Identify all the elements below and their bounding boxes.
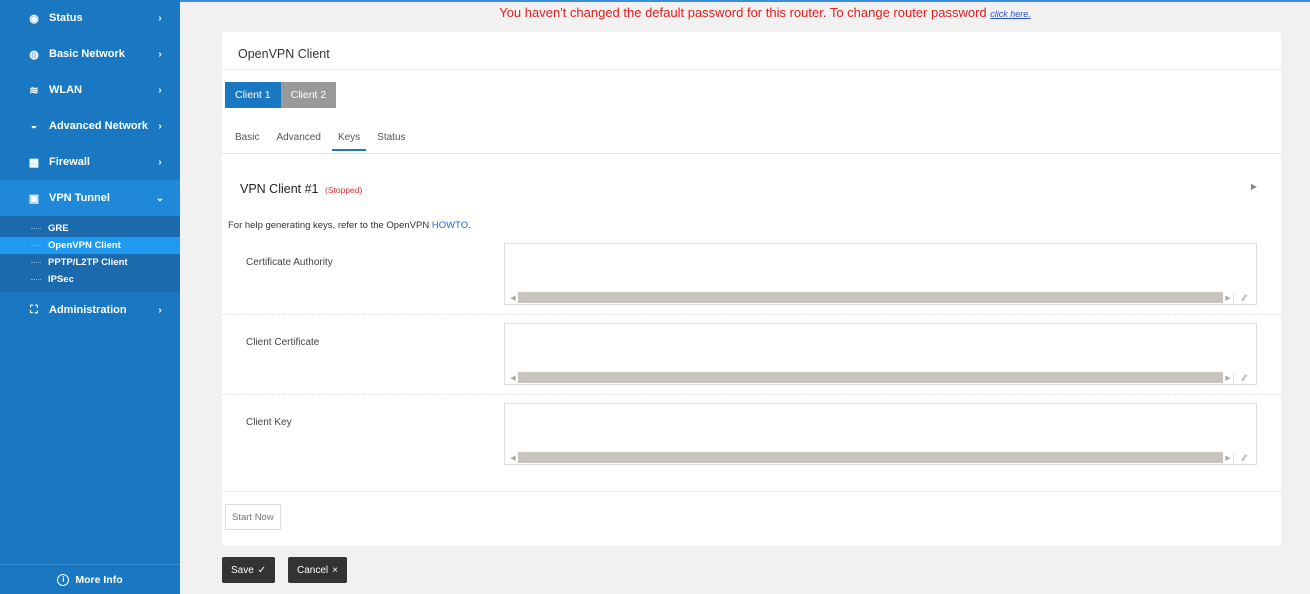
- nav-basic-network-label: Basic Network: [49, 48, 125, 60]
- field-label: Certificate Authority: [246, 257, 333, 268]
- field-certificate-authority: Certificate Authority ◀ ▶ ⁄⁄: [222, 243, 1281, 323]
- field-client-key: Client Key ◀ ▶ ⁄⁄: [222, 403, 1281, 483]
- nav-vpn-tunnel-label: VPN Tunnel: [49, 192, 110, 204]
- expand-icon[interactable]: ▶: [1251, 182, 1257, 191]
- tree-line: [31, 262, 41, 263]
- sub-item-openvpn-client[interactable]: OpenVPN Client: [0, 237, 180, 254]
- divider: [222, 491, 1281, 492]
- password-warning: You haven't changed the default password…: [180, 5, 1310, 20]
- divider: [222, 153, 1281, 154]
- nav-basic-network[interactable]: ◍ Basic Network ›: [0, 36, 180, 72]
- tab-status[interactable]: Status: [377, 132, 405, 151]
- field-client-certificate: Client Certificate ◀ ▶ ⁄⁄: [222, 323, 1281, 403]
- client-tabs: Client 1 Client 2: [225, 82, 337, 108]
- nav-status[interactable]: ◉ Status ›: [0, 0, 180, 36]
- chevron-right-icon: ›: [158, 120, 162, 132]
- nav-vpn-tunnel[interactable]: ▣ VPN Tunnel ⌄: [0, 180, 180, 216]
- sub-item-label: PPTP/L2TP Client: [48, 257, 128, 268]
- nav-administration-label: Administration: [49, 304, 127, 316]
- sub-item-label: GRE: [48, 223, 69, 234]
- sub-item-pptp-l2tp-client[interactable]: PPTP/L2TP Client: [0, 254, 180, 271]
- change-password-link[interactable]: click here.: [990, 9, 1031, 19]
- cancel-label: Cancel: [297, 564, 329, 576]
- nav-advanced-network[interactable]: ◒ Advanced Network ›: [0, 108, 180, 144]
- tab-basic[interactable]: Basic: [235, 132, 259, 151]
- help-text: For help generating keys, refer to the O…: [228, 220, 471, 231]
- status-badge: (Stopped): [325, 185, 363, 195]
- divider: [222, 314, 1281, 315]
- save-button[interactable]: Save ✓: [222, 557, 276, 583]
- start-now-button[interactable]: Start Now: [225, 504, 281, 530]
- tab-keys[interactable]: Keys: [331, 132, 367, 151]
- nav-advanced-network-label: Advanced Network: [49, 120, 149, 132]
- globe-icon: ◍: [29, 48, 39, 61]
- field-label: Client Certificate: [246, 337, 320, 348]
- tab-advanced[interactable]: Advanced: [276, 132, 320, 151]
- warning-text: You haven't changed the default password…: [499, 5, 987, 20]
- firewall-icon: ▩: [28, 156, 40, 169]
- chevron-right-icon: ›: [158, 48, 162, 60]
- sub-item-gre[interactable]: GRE: [0, 220, 180, 237]
- close-icon: ×: [332, 564, 338, 576]
- tab-client-2[interactable]: Client 2: [280, 82, 337, 108]
- sub-item-label: IPSec: [48, 274, 74, 285]
- chevron-right-icon: ›: [158, 156, 162, 168]
- divider: [222, 394, 1281, 395]
- help-prefix: For help generating keys, refer to the O…: [228, 220, 430, 231]
- vpn-icon: ▣: [28, 192, 40, 205]
- sidebar: ◉ Status › ◍ Basic Network › ≋ WLAN › ◒ …: [0, 0, 180, 594]
- tree-line: [31, 245, 41, 246]
- tree-line: [31, 228, 41, 229]
- nav-wlan[interactable]: ≋ WLAN ›: [0, 72, 180, 108]
- tree-line: [31, 279, 41, 280]
- chevron-right-icon: ›: [158, 12, 162, 24]
- help-suffix: .: [468, 220, 471, 231]
- chevron-right-icon: ›: [158, 304, 162, 316]
- check-icon: ✓: [257, 564, 267, 576]
- vpn-submenu: GRE OpenVPN Client PPTP/L2TP Client IPSe…: [0, 216, 180, 292]
- nav-firewall[interactable]: ▩ Firewall ›: [0, 144, 180, 180]
- tab-client-1[interactable]: Client 1: [225, 82, 281, 108]
- wifi-icon: ≋: [29, 84, 39, 97]
- nav-status-label: Status: [49, 12, 83, 24]
- nav-wlan-label: WLAN: [49, 84, 82, 96]
- section-title: VPN Client #1 (Stopped): [240, 182, 362, 196]
- top-border: [180, 0, 1310, 2]
- sub-item-ipsec[interactable]: IPSec: [0, 271, 180, 288]
- divider: [222, 69, 1281, 70]
- nav-administration[interactable]: ⛶ Administration ›: [0, 292, 180, 328]
- network-icon: ◒: [30, 120, 38, 132]
- section-title-text: VPN Client #1: [240, 182, 319, 196]
- more-info-label: More Info: [75, 573, 123, 586]
- cancel-button[interactable]: Cancel ×: [288, 557, 347, 583]
- field-label: Client Key: [246, 417, 292, 428]
- page-title: OpenVPN Client: [238, 47, 330, 61]
- chevron-down-icon: ⌄: [155, 192, 165, 204]
- chevron-right-icon: ›: [158, 84, 162, 96]
- section-tabs: Basic Advanced Keys Status: [235, 132, 423, 151]
- client-key-textarea[interactable]: [504, 403, 1257, 465]
- more-info-button[interactable]: i More Info: [0, 564, 180, 594]
- client-certificate-textarea[interactable]: [504, 323, 1257, 385]
- save-label: Save: [231, 564, 254, 576]
- openvpn-card: OpenVPN Client Client 1 Client 2 Basic A…: [222, 32, 1281, 546]
- nav-firewall-label: Firewall: [49, 156, 90, 168]
- sub-item-label: OpenVPN Client: [48, 240, 121, 251]
- eye-icon: ◉: [29, 12, 39, 25]
- certificate-authority-textarea[interactable]: [504, 243, 1257, 305]
- admin-icon: ⛶: [30, 303, 38, 316]
- info-icon: i: [57, 573, 70, 586]
- howto-link[interactable]: HOWTO: [432, 220, 468, 231]
